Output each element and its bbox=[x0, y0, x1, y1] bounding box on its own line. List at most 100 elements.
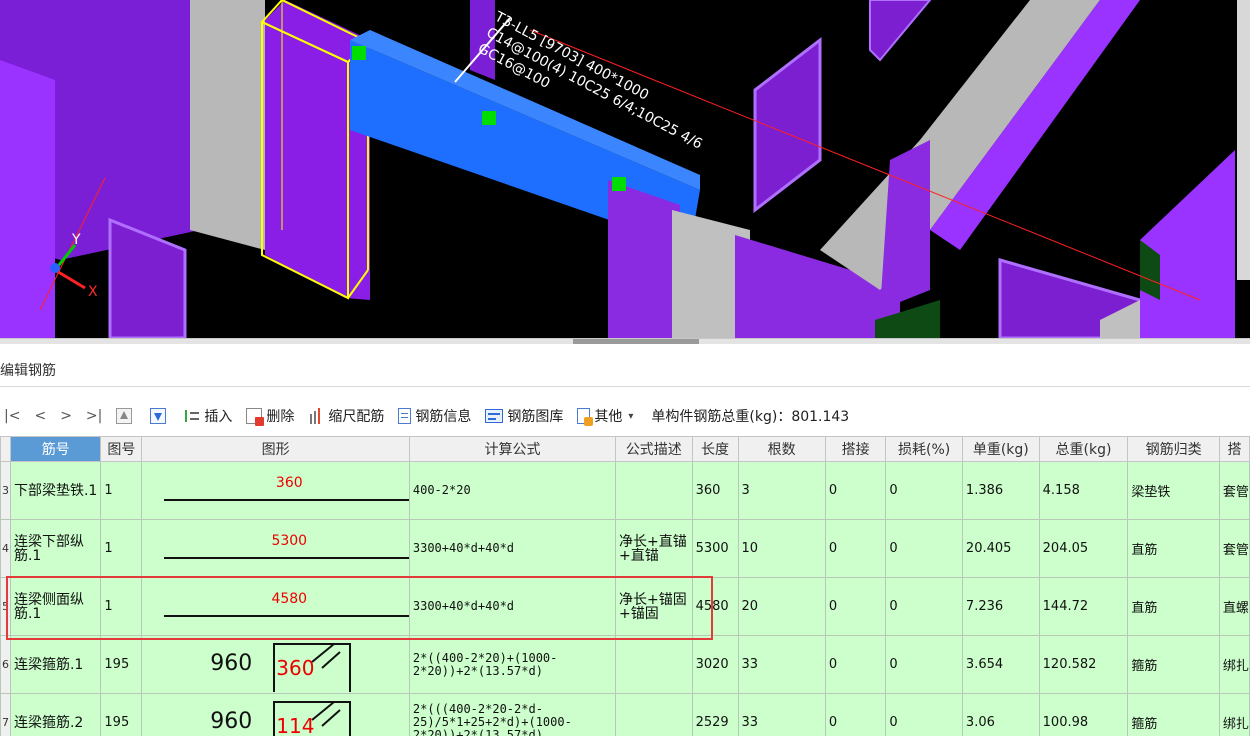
move-down-button[interactable] bbox=[150, 408, 170, 424]
formula-cell[interactable]: 2*((400-2*20)+(1000-2*20))+2*(13.57*d) bbox=[408, 635, 617, 694]
loss-cell[interactable]: 0 bbox=[885, 519, 963, 578]
unit-weight-cell[interactable]: 3.654 bbox=[961, 635, 1040, 694]
formula-cell[interactable]: 2*(((400-2*20-2*d-25)/5*1+25+2*d)+(1000-… bbox=[408, 693, 617, 736]
stirrup-height[interactable]: 960 bbox=[210, 651, 252, 676]
lap-cell[interactable]: 0 bbox=[824, 693, 887, 736]
extra-cell[interactable]: 套管 bbox=[1218, 519, 1250, 578]
header-category[interactable]: 钢筋归类 bbox=[1127, 436, 1220, 462]
extra-cell[interactable]: 直螺 bbox=[1218, 577, 1250, 636]
lap-cell[interactable]: 0 bbox=[824, 635, 887, 694]
nav-first-button[interactable]: |< bbox=[4, 408, 20, 424]
unit-weight-cell[interactable]: 3.06 bbox=[961, 693, 1040, 736]
table-row[interactable]: 3 下部梁垫铁.1 1 360 400-2*20 360 3 0 0 1.386… bbox=[0, 461, 1250, 520]
total-weight-cell[interactable]: 100.98 bbox=[1038, 693, 1129, 736]
scale-rebar-button[interactable]: 缩尺配筋 bbox=[308, 406, 384, 426]
fig-no-cell[interactable]: 195 bbox=[100, 635, 143, 694]
unit-weight-cell[interactable]: 20.405 bbox=[961, 519, 1040, 578]
desc-cell[interactable] bbox=[615, 635, 693, 694]
desc-cell[interactable]: 净长+锚固+锚固 bbox=[615, 577, 693, 636]
lap-cell[interactable]: 0 bbox=[824, 519, 887, 578]
bar-name-cell[interactable]: 连梁下部纵筋.1 bbox=[9, 519, 102, 578]
length-cell[interactable]: 3020 bbox=[691, 635, 739, 694]
header-unit-weight[interactable]: 单重(kg) bbox=[961, 436, 1040, 462]
shape-length[interactable]: 360 bbox=[164, 475, 408, 491]
shape-cell[interactable]: 5300 bbox=[141, 519, 410, 578]
total-weight-cell[interactable]: 144.72 bbox=[1038, 577, 1129, 636]
category-cell[interactable]: 梁垫铁 bbox=[1127, 461, 1220, 520]
header-fig-no[interactable]: 图号 bbox=[100, 436, 143, 462]
extra-cell[interactable]: 绑扎 bbox=[1218, 635, 1250, 694]
desc-cell[interactable]: 净长+直锚+直锚 bbox=[615, 519, 693, 578]
formula-cell[interactable]: 3300+40*d+40*d bbox=[408, 519, 617, 578]
count-cell[interactable]: 20 bbox=[737, 577, 826, 636]
unit-weight-cell[interactable]: 7.236 bbox=[961, 577, 1040, 636]
desc-cell[interactable] bbox=[615, 461, 693, 520]
lap-cell[interactable]: 0 bbox=[824, 577, 887, 636]
desc-cell[interactable] bbox=[615, 693, 693, 736]
splitter-grip[interactable] bbox=[573, 339, 699, 344]
nav-next-button[interactable]: > bbox=[60, 408, 72, 424]
header-formula-desc[interactable]: 公式描述 bbox=[615, 436, 693, 462]
shape-length[interactable]: 4580 bbox=[164, 591, 408, 607]
bar-name-cell[interactable]: 连梁侧面纵筋.1 bbox=[9, 577, 102, 636]
count-cell[interactable]: 3 bbox=[737, 461, 826, 520]
total-weight-cell[interactable]: 120.582 bbox=[1038, 635, 1129, 694]
loss-cell[interactable]: 0 bbox=[885, 693, 963, 736]
bar-name-cell[interactable]: 连梁箍筋.2 bbox=[9, 693, 102, 736]
3d-viewport[interactable]: T3-LL5 [9703] 400*1000 C14@100(4) 10C25 … bbox=[0, 0, 1250, 338]
lap-cell[interactable]: 0 bbox=[824, 461, 887, 520]
category-cell[interactable]: 直筋 bbox=[1127, 519, 1220, 578]
unit-weight-cell[interactable]: 1.386 bbox=[961, 461, 1040, 520]
shape-cell[interactable]: 360 bbox=[141, 461, 410, 520]
shape-cell[interactable]: 960 114 bbox=[141, 693, 410, 736]
nav-last-button[interactable]: >| bbox=[86, 408, 102, 424]
loss-cell[interactable]: 0 bbox=[885, 635, 963, 694]
category-cell[interactable]: 箍筋 bbox=[1127, 635, 1220, 694]
fig-no-cell[interactable]: 1 bbox=[100, 519, 143, 578]
fig-no-cell[interactable]: 1 bbox=[100, 461, 143, 520]
total-weight-cell[interactable]: 4.158 bbox=[1038, 461, 1129, 520]
loss-cell[interactable]: 0 bbox=[885, 577, 963, 636]
formula-cell[interactable]: 400-2*20 bbox=[408, 461, 617, 520]
stirrup-width[interactable]: 114 bbox=[276, 714, 314, 736]
header-bar-no[interactable]: 筋号 bbox=[9, 436, 102, 462]
move-up-button[interactable] bbox=[116, 408, 136, 424]
table-row[interactable]: 7 连梁箍筋.2 195 960 114 2*(((400-2*20-2*d-2… bbox=[0, 693, 1250, 736]
formula-cell[interactable]: 3300+40*d+40*d bbox=[408, 577, 617, 636]
header-count[interactable]: 根数 bbox=[737, 436, 826, 462]
fig-no-cell[interactable]: 195 bbox=[100, 693, 143, 736]
header-shape[interactable]: 图形 bbox=[141, 436, 410, 462]
length-cell[interactable]: 5300 bbox=[691, 519, 739, 578]
extra-cell[interactable]: 套管 bbox=[1218, 461, 1250, 520]
shape-cell[interactable]: 960 360 bbox=[141, 635, 410, 694]
total-weight-cell[interactable]: 204.05 bbox=[1038, 519, 1129, 578]
other-menu-button[interactable]: 其他 ▾ bbox=[577, 406, 633, 426]
stirrup-width[interactable]: 360 bbox=[276, 656, 314, 680]
length-cell[interactable]: 360 bbox=[691, 461, 739, 520]
nav-prev-button[interactable]: < bbox=[34, 408, 46, 424]
table-row[interactable]: 6 连梁箍筋.1 195 960 360 2*((400-2*20)+(1000… bbox=[0, 635, 1250, 694]
fig-no-cell[interactable]: 1 bbox=[100, 577, 143, 636]
length-cell[interactable]: 4580 bbox=[691, 577, 739, 636]
shape-length[interactable]: 5300 bbox=[164, 533, 408, 549]
count-cell[interactable]: 10 bbox=[737, 519, 826, 578]
length-cell[interactable]: 2529 bbox=[691, 693, 739, 736]
rebar-info-button[interactable]: 钢筋信息 bbox=[398, 406, 471, 426]
stirrup-height[interactable]: 960 bbox=[210, 709, 252, 734]
shape-cell[interactable]: 4580 bbox=[141, 577, 410, 636]
header-extra[interactable]: 搭 bbox=[1218, 436, 1250, 462]
delete-button[interactable]: 删除 bbox=[246, 406, 294, 426]
category-cell[interactable]: 箍筋 bbox=[1127, 693, 1220, 736]
header-loss[interactable]: 损耗(%) bbox=[885, 436, 963, 462]
bar-name-cell[interactable]: 连梁箍筋.1 bbox=[9, 635, 102, 694]
rebar-library-button[interactable]: 钢筋图库 bbox=[485, 406, 563, 426]
loss-cell[interactable]: 0 bbox=[885, 461, 963, 520]
header-total-weight[interactable]: 总重(kg) bbox=[1038, 436, 1129, 462]
header-length[interactable]: 长度 bbox=[691, 436, 739, 462]
insert-button[interactable]: 插入 bbox=[184, 406, 232, 426]
category-cell[interactable]: 直筋 bbox=[1127, 577, 1220, 636]
bar-name-cell[interactable]: 下部梁垫铁.1 bbox=[9, 461, 102, 520]
count-cell[interactable]: 33 bbox=[737, 635, 826, 694]
count-cell[interactable]: 33 bbox=[737, 693, 826, 736]
header-lap[interactable]: 搭接 bbox=[824, 436, 887, 462]
